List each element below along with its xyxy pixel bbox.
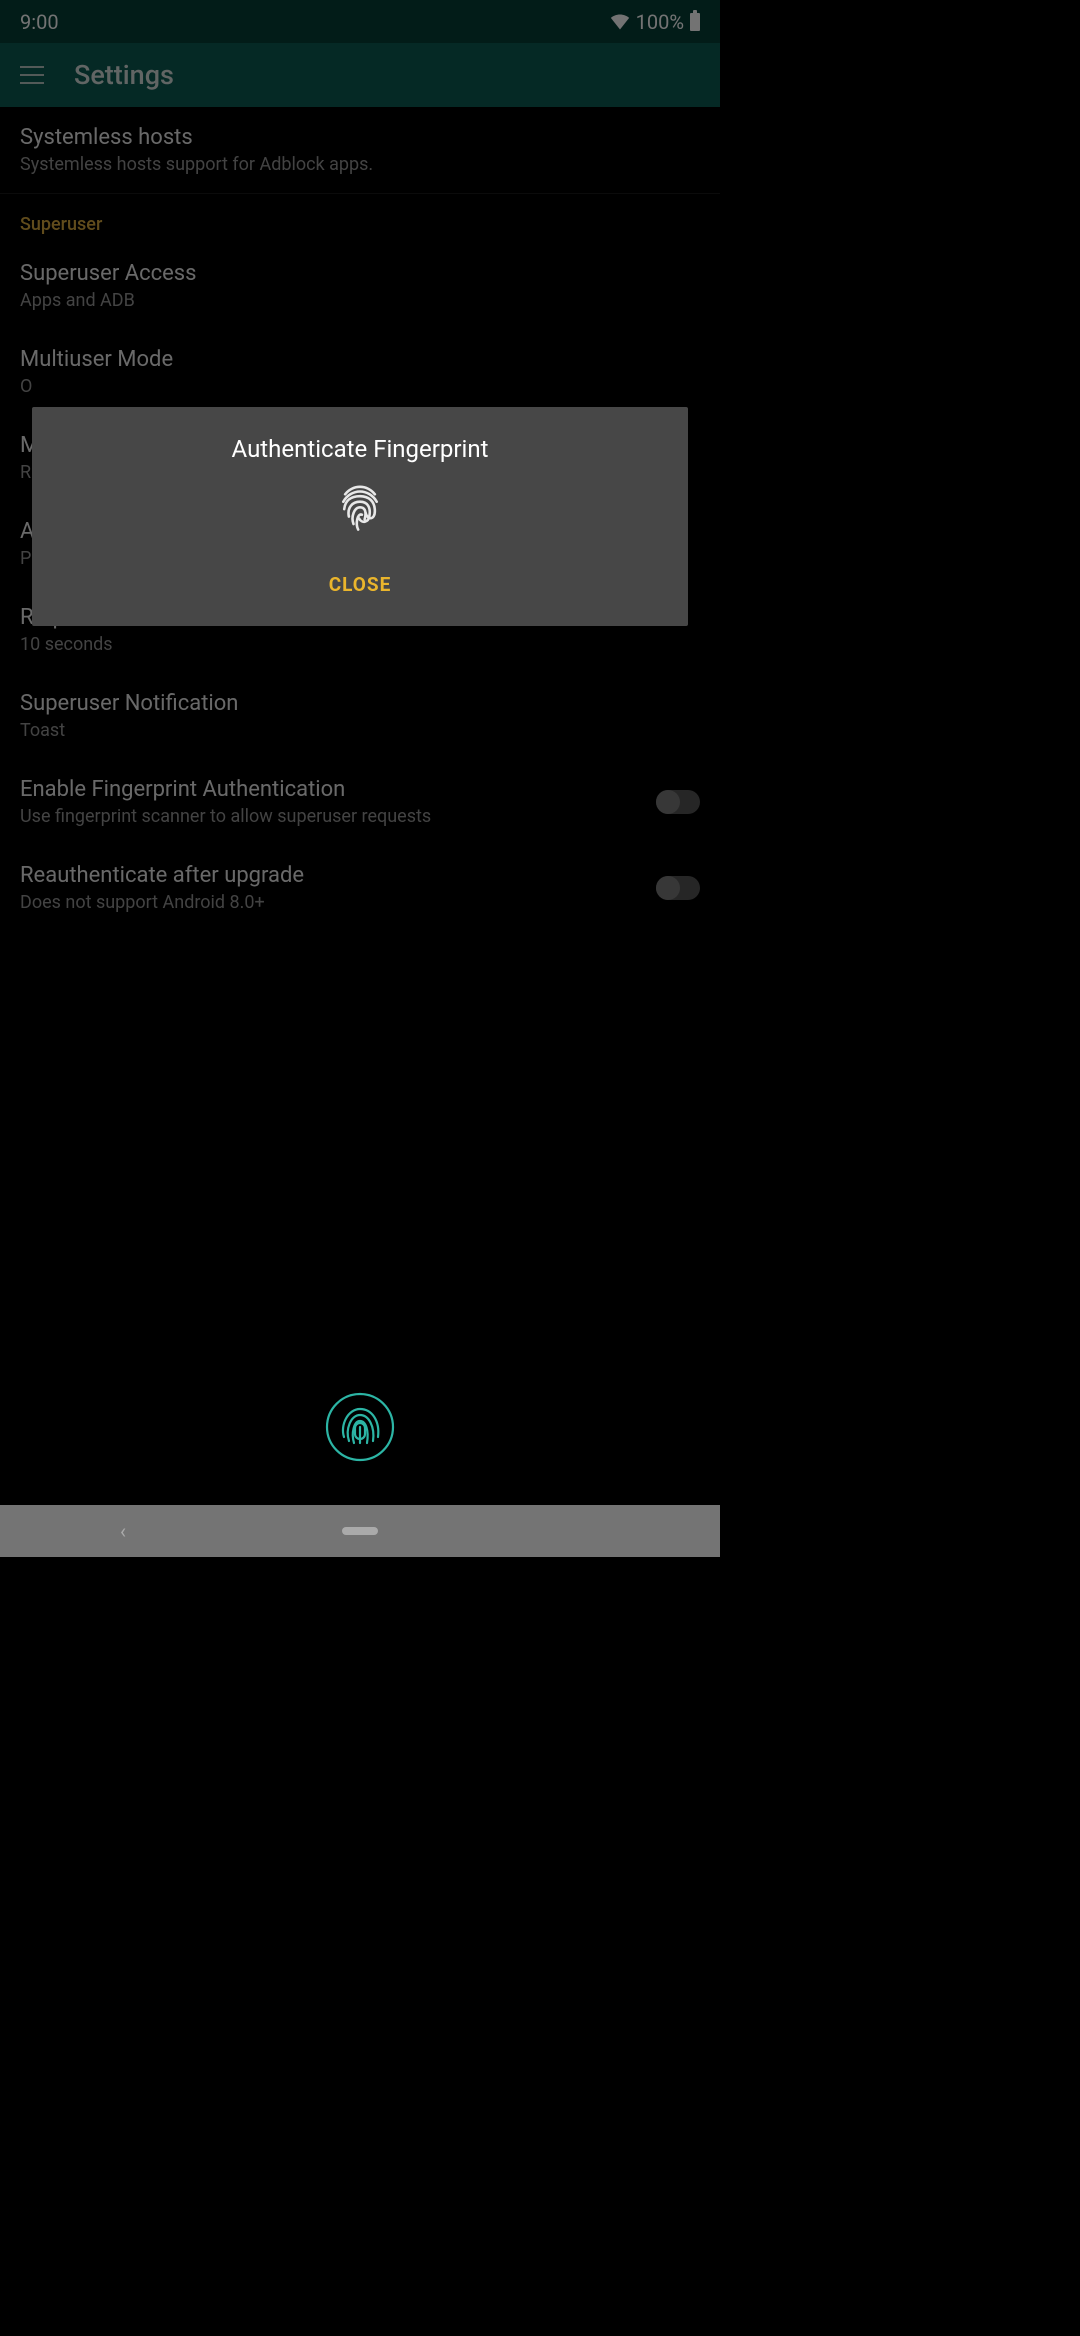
fingerprint-dialog: Authenticate Fingerprint CLOSE bbox=[32, 407, 688, 626]
back-icon[interactable]: ‹ bbox=[120, 1519, 126, 1543]
close-button[interactable]: CLOSE bbox=[52, 563, 668, 606]
navigation-bar: ‹ bbox=[0, 1505, 720, 1557]
dialog-scrim[interactable] bbox=[0, 0, 720, 1557]
home-pill[interactable] bbox=[342, 1527, 378, 1535]
system-fingerprint-icon[interactable] bbox=[324, 1391, 396, 1467]
dialog-title: Authenticate Fingerprint bbox=[52, 435, 668, 463]
fingerprint-icon bbox=[337, 485, 383, 541]
